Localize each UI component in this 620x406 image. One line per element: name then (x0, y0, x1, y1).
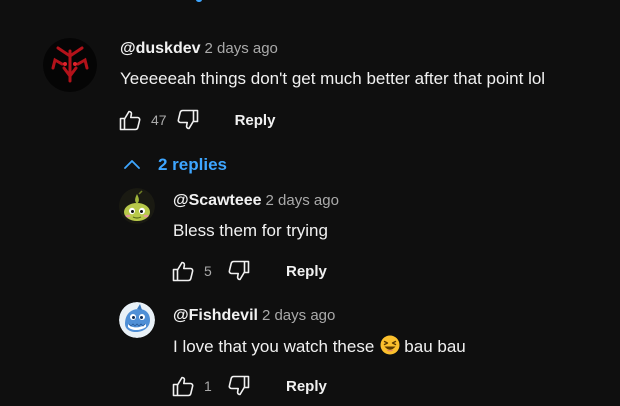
scroll-remnant (196, 0, 202, 2)
green-blob-creature-icon (119, 188, 155, 224)
dislike-button[interactable] (175, 107, 201, 133)
squinting-laugh-emoji: 😆 (380, 335, 400, 361)
thumbs-down-icon (228, 375, 250, 396)
thumbs-down-icon (177, 109, 198, 130)
author-handle[interactable]: @Scawteee (173, 192, 262, 209)
comment-actions: 47 Reply (117, 107, 275, 133)
replies-toggle[interactable]: 2 replies (122, 152, 227, 178)
timestamp[interactable]: 2 days ago (266, 192, 339, 209)
like-count: 47 (151, 112, 167, 128)
comment-text: Bless them for trying (173, 221, 328, 240)
laughing-face-icon (380, 335, 400, 355)
comment-actions: 1 Reply (170, 373, 327, 399)
comment-header: @Fishdevil 2 days ago (173, 306, 335, 326)
comment-header: @duskdev 2 days ago (120, 39, 278, 59)
author-handle[interactable]: @Fishdevil (173, 307, 258, 324)
like-button[interactable] (117, 107, 143, 133)
avatar[interactable] (119, 188, 155, 224)
like-button[interactable] (170, 373, 196, 399)
like-button[interactable] (170, 258, 196, 284)
timestamp[interactable]: 2 days ago (205, 40, 278, 57)
blue-shark-character-icon (119, 302, 155, 338)
thumbs-up-icon (172, 376, 194, 397)
thumbs-up-icon (172, 261, 194, 282)
comment-actions: 5 Reply (170, 258, 327, 284)
reply-button[interactable]: Reply (286, 263, 327, 280)
timestamp[interactable]: 2 days ago (262, 307, 335, 324)
comment-text-part: I love that you watch these (173, 337, 375, 356)
avatar[interactable] (119, 302, 155, 338)
dislike-button[interactable] (226, 373, 252, 399)
comment-header: @Scawteee 2 days ago (173, 191, 339, 211)
dislike-button[interactable] (226, 258, 252, 284)
reply-button[interactable]: Reply (286, 378, 327, 395)
comment-text-part: bau bau (404, 337, 466, 356)
comment-text: Yeeeeeah things don't get much better af… (120, 69, 546, 88)
like-count: 5 (204, 263, 212, 279)
chevron-up-icon (124, 160, 140, 169)
red-horned-mask-icon (43, 38, 97, 92)
author-handle[interactable]: @duskdev (120, 40, 201, 57)
like-count: 1 (204, 378, 212, 394)
reply-button[interactable]: Reply (235, 112, 276, 129)
avatar[interactable] (43, 38, 97, 92)
thumbs-down-icon (228, 260, 250, 281)
comment-text: I love that you watch these 😆 bau bau (173, 335, 466, 361)
thumbs-up-icon (119, 110, 141, 131)
replies-count-label: 2 replies (158, 155, 227, 174)
